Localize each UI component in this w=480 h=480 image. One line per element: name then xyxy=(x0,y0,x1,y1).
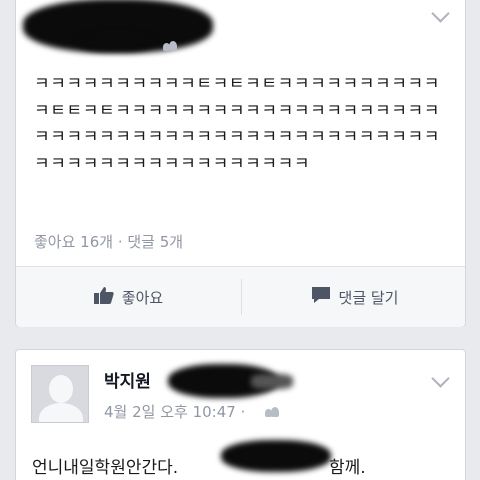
redacted-meta xyxy=(251,374,293,389)
comment-icon xyxy=(311,286,331,308)
chevron-down-icon[interactable] xyxy=(431,4,450,23)
author-name[interactable]: 박지원 xyxy=(104,367,151,392)
comment-button[interactable]: 댓글 달기 xyxy=(242,267,467,327)
post-timestamp[interactable]: 4월 2일 오후 10:47 · xyxy=(104,401,245,422)
post-text-suffix: 함께. xyxy=(329,458,366,478)
post-text: ㅋㅋㅋㅋㅋㅋㅋㅋㅋㅋㅌㅋㅌㅋㅌㅋㅋㅋㅋㅋㅋㅋㅋㅋㅋㅋㅌㅌㅋㅌㅋㅋㅋㅋㅋㅋㅋㅋㅋㅋ… xyxy=(34,74,440,174)
friends-icon xyxy=(265,407,279,417)
comment-button-label: 댓글 달기 xyxy=(338,288,399,307)
reaction-counts[interactable]: 좋아요 16개 · 댓글 5개 xyxy=(34,231,183,252)
redacted-text xyxy=(221,440,331,472)
action-bar: 좋아요 댓글 달기 xyxy=(16,267,465,327)
thumbs-up-icon xyxy=(93,286,114,308)
default-avatar-icon[interactable] xyxy=(31,365,89,423)
post-text: 언니내일학원안간다. xyxy=(32,458,179,478)
like-button-label: 좋아요 xyxy=(121,288,164,307)
friends-icon xyxy=(163,41,177,51)
post-card: 박지원 4월 2일 오후 10:47 · 언니내일학원안간다. 함께. xyxy=(15,349,466,480)
redacted-meta xyxy=(78,33,153,51)
like-button[interactable]: 좋아요 xyxy=(16,267,241,327)
post-card: ㅋㅋㅋㅋㅋㅋㅋㅋㅋㅋㅌㅋㅌㅋㅌㅋㅋㅋㅋㅋㅋㅋㅋㅋㅋㅋㅌㅌㅋㅌㅋㅋㅋㅋㅋㅋㅋㅋㅋㅋ… xyxy=(15,0,466,327)
chevron-down-icon[interactable] xyxy=(431,369,450,388)
